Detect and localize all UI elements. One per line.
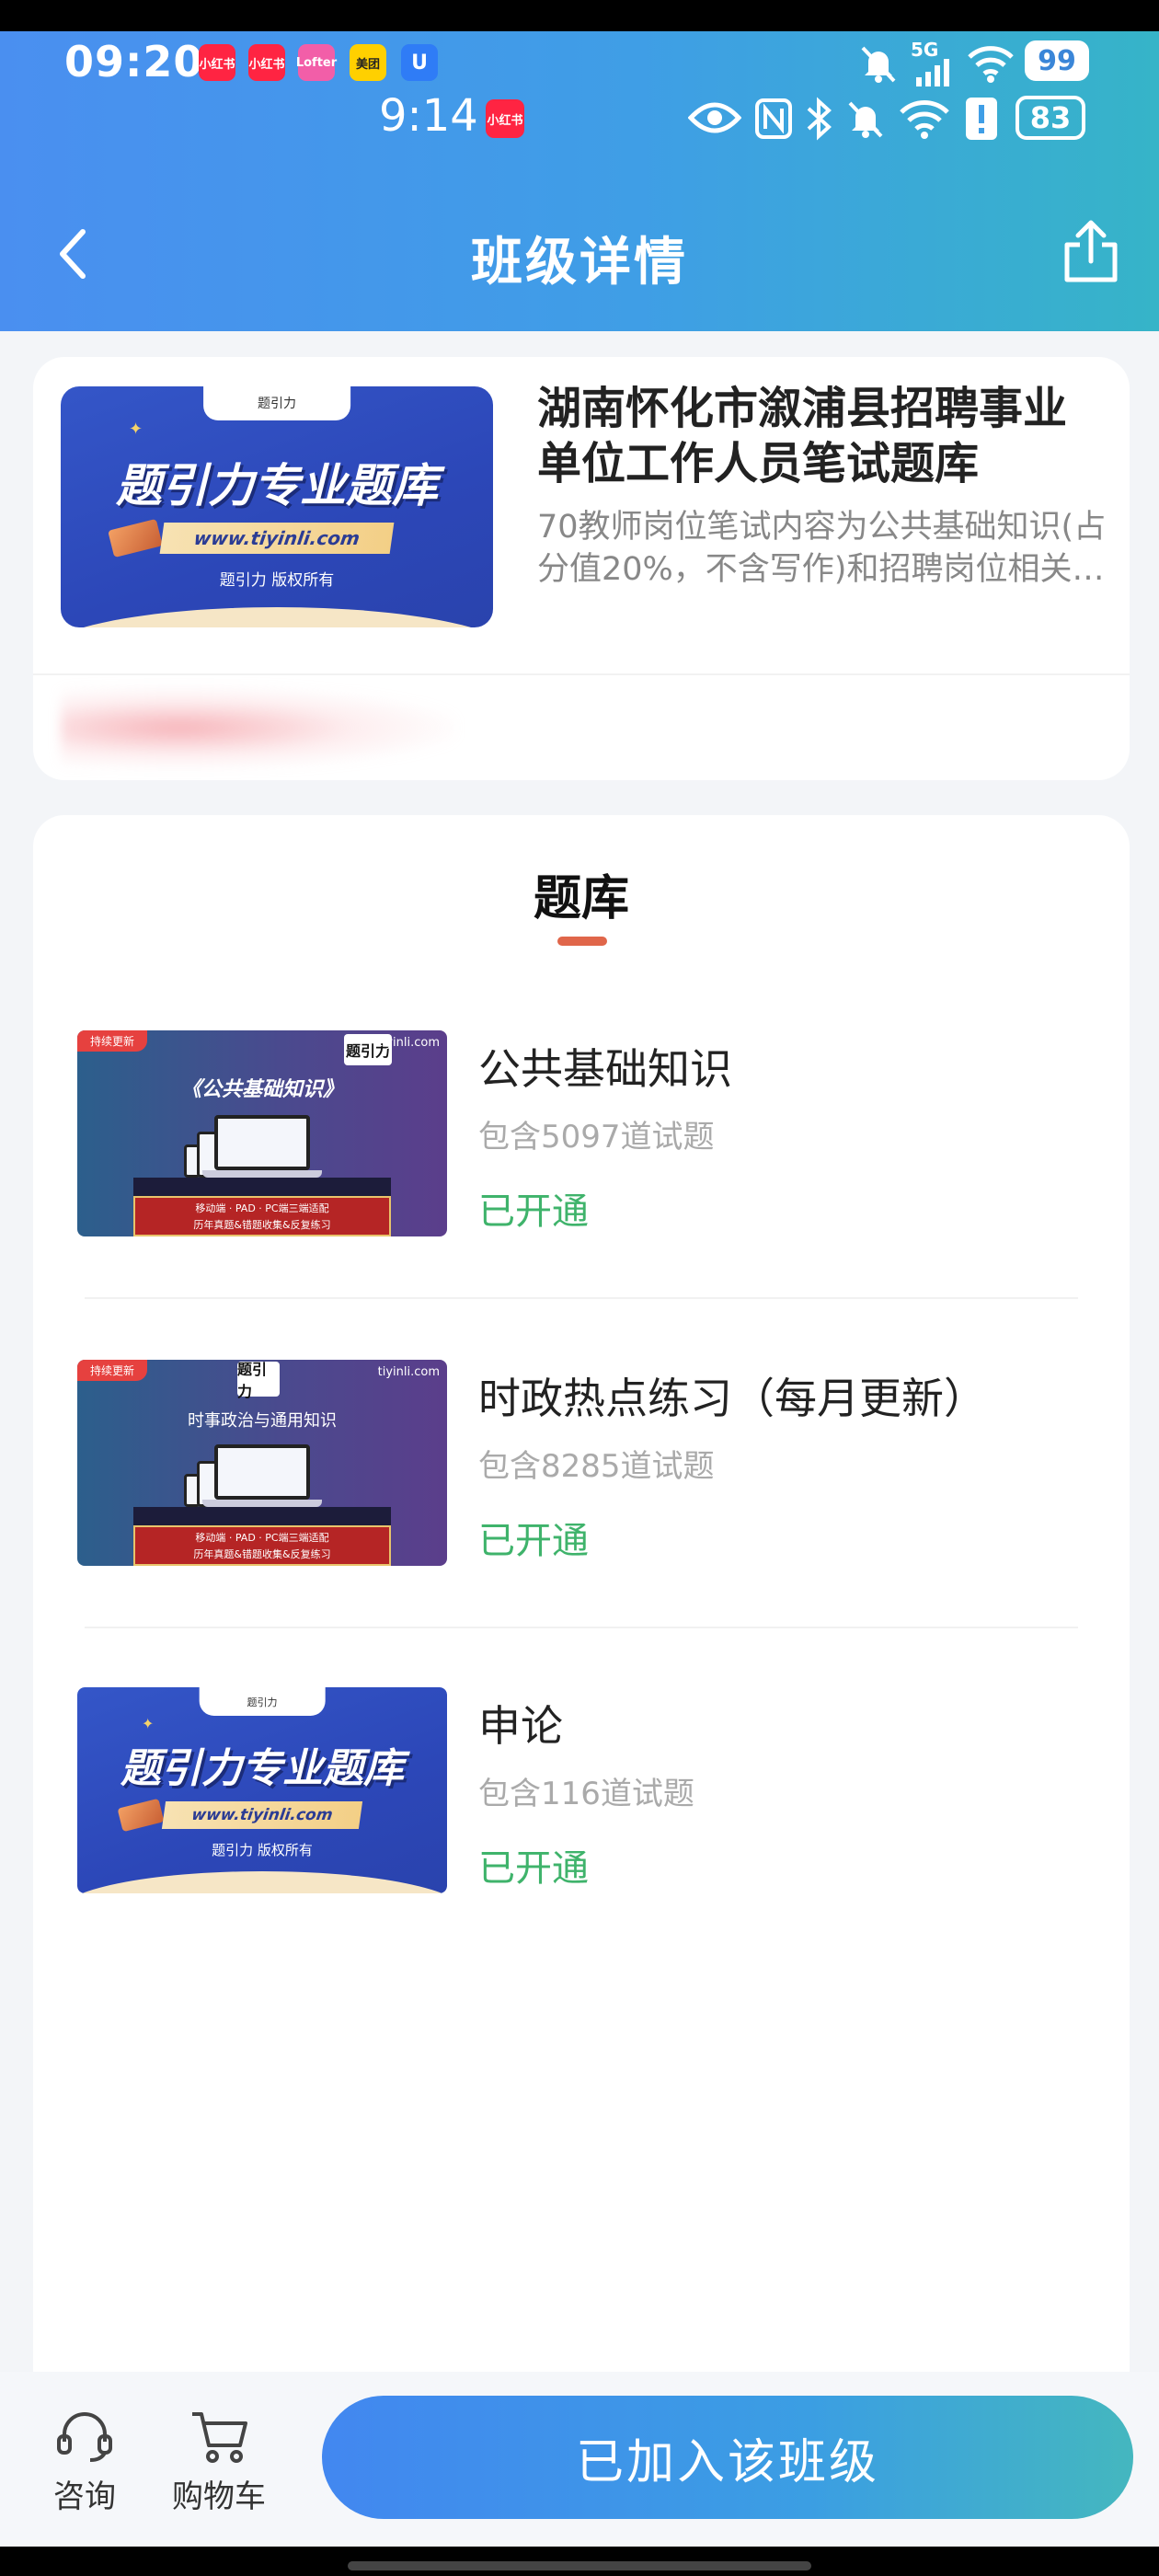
promo-thumbnail: 持续更新 题引力 tiyinli.com 《公共基础知识》 移动端 · PAD … xyxy=(77,1030,447,1236)
course-cover-image: 题引力 ✦ 题引力专业题库 www.tiyinli.com 题引力 版权所有 xyxy=(61,386,493,627)
cover-url: www.tiyinli.com xyxy=(159,523,395,554)
course-info-card: 题引力 ✦ 题引力专业题库 www.tiyinli.com 题引力 版权所有 湖… xyxy=(33,357,1130,780)
divider xyxy=(85,1297,1078,1299)
xiaohongshu-app-icon: 小红书 xyxy=(486,99,524,138)
wifi-icon xyxy=(900,100,949,139)
book-icon xyxy=(117,1798,165,1833)
xiaohongshu-app-icon: 小红书 xyxy=(248,44,285,81)
section-title-underline xyxy=(557,937,607,946)
alert-icon xyxy=(966,98,997,140)
promo-site: tiyinli.com xyxy=(377,1036,440,1050)
cart-label: 购物车 xyxy=(172,2478,266,2515)
cover-wave-decoration xyxy=(61,607,493,627)
u-app-icon: U xyxy=(401,44,438,81)
mute-bell-icon xyxy=(861,46,896,83)
outer-status-strip xyxy=(0,0,1159,31)
promo-site: tiyinli.com xyxy=(377,1365,440,1379)
signal-icon xyxy=(916,59,949,86)
share-icon[interactable] xyxy=(1061,219,1120,283)
promo-feature-line: 历年真题&错题收集&反复练习 xyxy=(193,1548,331,1560)
promo-feature-banner: 移动端 · PAD · PC端三端适配 历年真题&错题收集&反复练习 xyxy=(133,1196,391,1236)
bank-item-count: 包含5097道试题 xyxy=(478,1119,715,1156)
nfc-icon xyxy=(755,98,792,139)
course-title: 湖南怀化市溆浦县招聘事业单位工作人员笔试题库 xyxy=(537,383,1068,489)
star-icon: ✦ xyxy=(142,1715,155,1732)
home-indicator[interactable] xyxy=(348,2561,811,2570)
lofter-app-icon: Lofter xyxy=(296,44,337,81)
bank-item-thumbnail: 题引力 ✦ 题引力专业题库 www.tiyinli.com 题引力 版权所有 xyxy=(77,1687,447,1893)
divider xyxy=(85,1627,1078,1628)
eye-icon xyxy=(688,102,741,133)
star-icon: ✦ xyxy=(129,420,143,439)
navigation-bar: 班级详情 xyxy=(0,202,1159,304)
section-title: 题库 xyxy=(533,871,629,926)
question-bank-card: 题库 持续更新 题引力 tiyinli.com 《公共基础知识》 移动端 · P… xyxy=(33,815,1130,2379)
outer-status-bar: 09:20 小红书 小红书 Lofter 美团 U 5G 99 xyxy=(0,31,1159,94)
bank-item-status: 已开通 xyxy=(478,1520,589,1562)
mute-bell-icon xyxy=(848,101,883,138)
headset-icon xyxy=(57,2412,112,2462)
cover-tab-label: 题引力 xyxy=(203,386,350,420)
bottom-action-bar: 咨询 购物车 已加入该班级 xyxy=(0,2372,1159,2547)
outer-status-time: 09:20 xyxy=(64,37,204,86)
bank-item-status: 已开通 xyxy=(478,1847,589,1890)
bank-item-name: 时政热点练习（每月更新） xyxy=(478,1374,986,1423)
bank-item-name: 申论 xyxy=(478,1701,563,1751)
inner-battery-indicator: 83 xyxy=(1016,96,1085,140)
cover-url: www.tiyinli.com xyxy=(161,1801,363,1829)
cart-button[interactable]: 购物车 xyxy=(162,2409,276,2519)
meituan-app-icon: 美团 xyxy=(350,44,386,81)
promo-title: 《公共基础知识》 xyxy=(180,1078,344,1101)
bank-item-thumbnail: 持续更新 题引力 tiyinli.com 《公共基础知识》 移动端 · PAD … xyxy=(77,1030,447,1236)
update-badge: 持续更新 xyxy=(77,1360,148,1381)
inner-status-time: 9:14 xyxy=(379,90,478,142)
blurred-price-area xyxy=(61,686,456,769)
joined-class-button[interactable]: 已加入该班级 xyxy=(322,2396,1133,2519)
promo-feature-line: 移动端 · PAD · PC端三端适配 xyxy=(195,1202,329,1214)
cover-copyright: 题引力 版权所有 xyxy=(212,1842,313,1858)
promo-feature-banner: 移动端 · PAD · PC端三端适配 历年真题&错题收集&反复练习 xyxy=(133,1525,391,1566)
cover-copyright: 题引力 版权所有 xyxy=(219,571,335,590)
divider xyxy=(33,673,1130,675)
bank-item-thumbnail: 持续更新 题引力 tiyinli.com 时事政治与通用知识 移动端 · PAD… xyxy=(77,1360,447,1566)
laptop-illustration xyxy=(214,1115,310,1170)
bank-item-count: 包含116道试题 xyxy=(478,1776,694,1812)
xiaohongshu-app-icon: 小红书 xyxy=(199,44,235,81)
laptop-base xyxy=(202,1170,322,1178)
cover-headline: 题引力专业题库 xyxy=(120,1745,404,1792)
wifi-icon xyxy=(968,46,1014,83)
laptop-illustration xyxy=(214,1444,310,1500)
laptop-base xyxy=(202,1500,322,1507)
promo-title: 时事政治与通用知识 xyxy=(188,1411,337,1431)
inner-status-bar: 9:14 小红书 83 xyxy=(0,88,1159,147)
promo-thumbnail: 持续更新 题引力 tiyinli.com 时事政治与通用知识 移动端 · PAD… xyxy=(77,1360,447,1566)
bank-item-current-affairs[interactable]: 持续更新 题引力 tiyinli.com 时事政治与通用知识 移动端 · PAD… xyxy=(33,1360,1130,1636)
course-description: 70教师岗位笔试内容为公共基础知识(占分值20%，不含写作)和招聘岗位相关的专业… xyxy=(537,509,1107,588)
cart-icon xyxy=(192,2412,247,2463)
bluetooth-icon xyxy=(807,97,832,141)
cover-headline: 题引力专业题库 xyxy=(116,459,438,512)
consult-label: 咨询 xyxy=(53,2478,116,2515)
network-type-label: 5G xyxy=(911,39,939,61)
bank-item-count: 包含8285道试题 xyxy=(478,1448,715,1485)
cover-tab-label: 题引力 xyxy=(199,1687,326,1717)
brand-thumbnail: 题引力 ✦ 题引力专业题库 www.tiyinli.com 题引力 版权所有 xyxy=(77,1687,447,1893)
promo-feature-line: 移动端 · PAD · PC端三端适配 xyxy=(195,1532,329,1544)
book-icon xyxy=(108,518,163,558)
consult-button[interactable]: 咨询 xyxy=(29,2409,140,2519)
cover-wave-decoration xyxy=(77,1871,447,1893)
bank-item-essay-writing[interactable]: 题引力 ✦ 题引力专业题库 www.tiyinli.com 题引力 版权所有 申… xyxy=(33,1687,1130,1963)
bank-item-status: 已开通 xyxy=(478,1190,589,1233)
bank-item-name: 公共基础知识 xyxy=(478,1044,732,1094)
promo-feature-line: 历年真题&错题收集&反复练习 xyxy=(193,1219,331,1231)
page-title: 班级详情 xyxy=(471,233,688,293)
brand-logo: 题引力 xyxy=(237,1361,280,1400)
bank-item-public-basics[interactable]: 持续更新 题引力 tiyinli.com 《公共基础知识》 移动端 · PAD … xyxy=(33,1030,1130,1306)
update-badge: 持续更新 xyxy=(77,1030,148,1052)
outer-battery-indicator: 99 xyxy=(1025,40,1089,81)
